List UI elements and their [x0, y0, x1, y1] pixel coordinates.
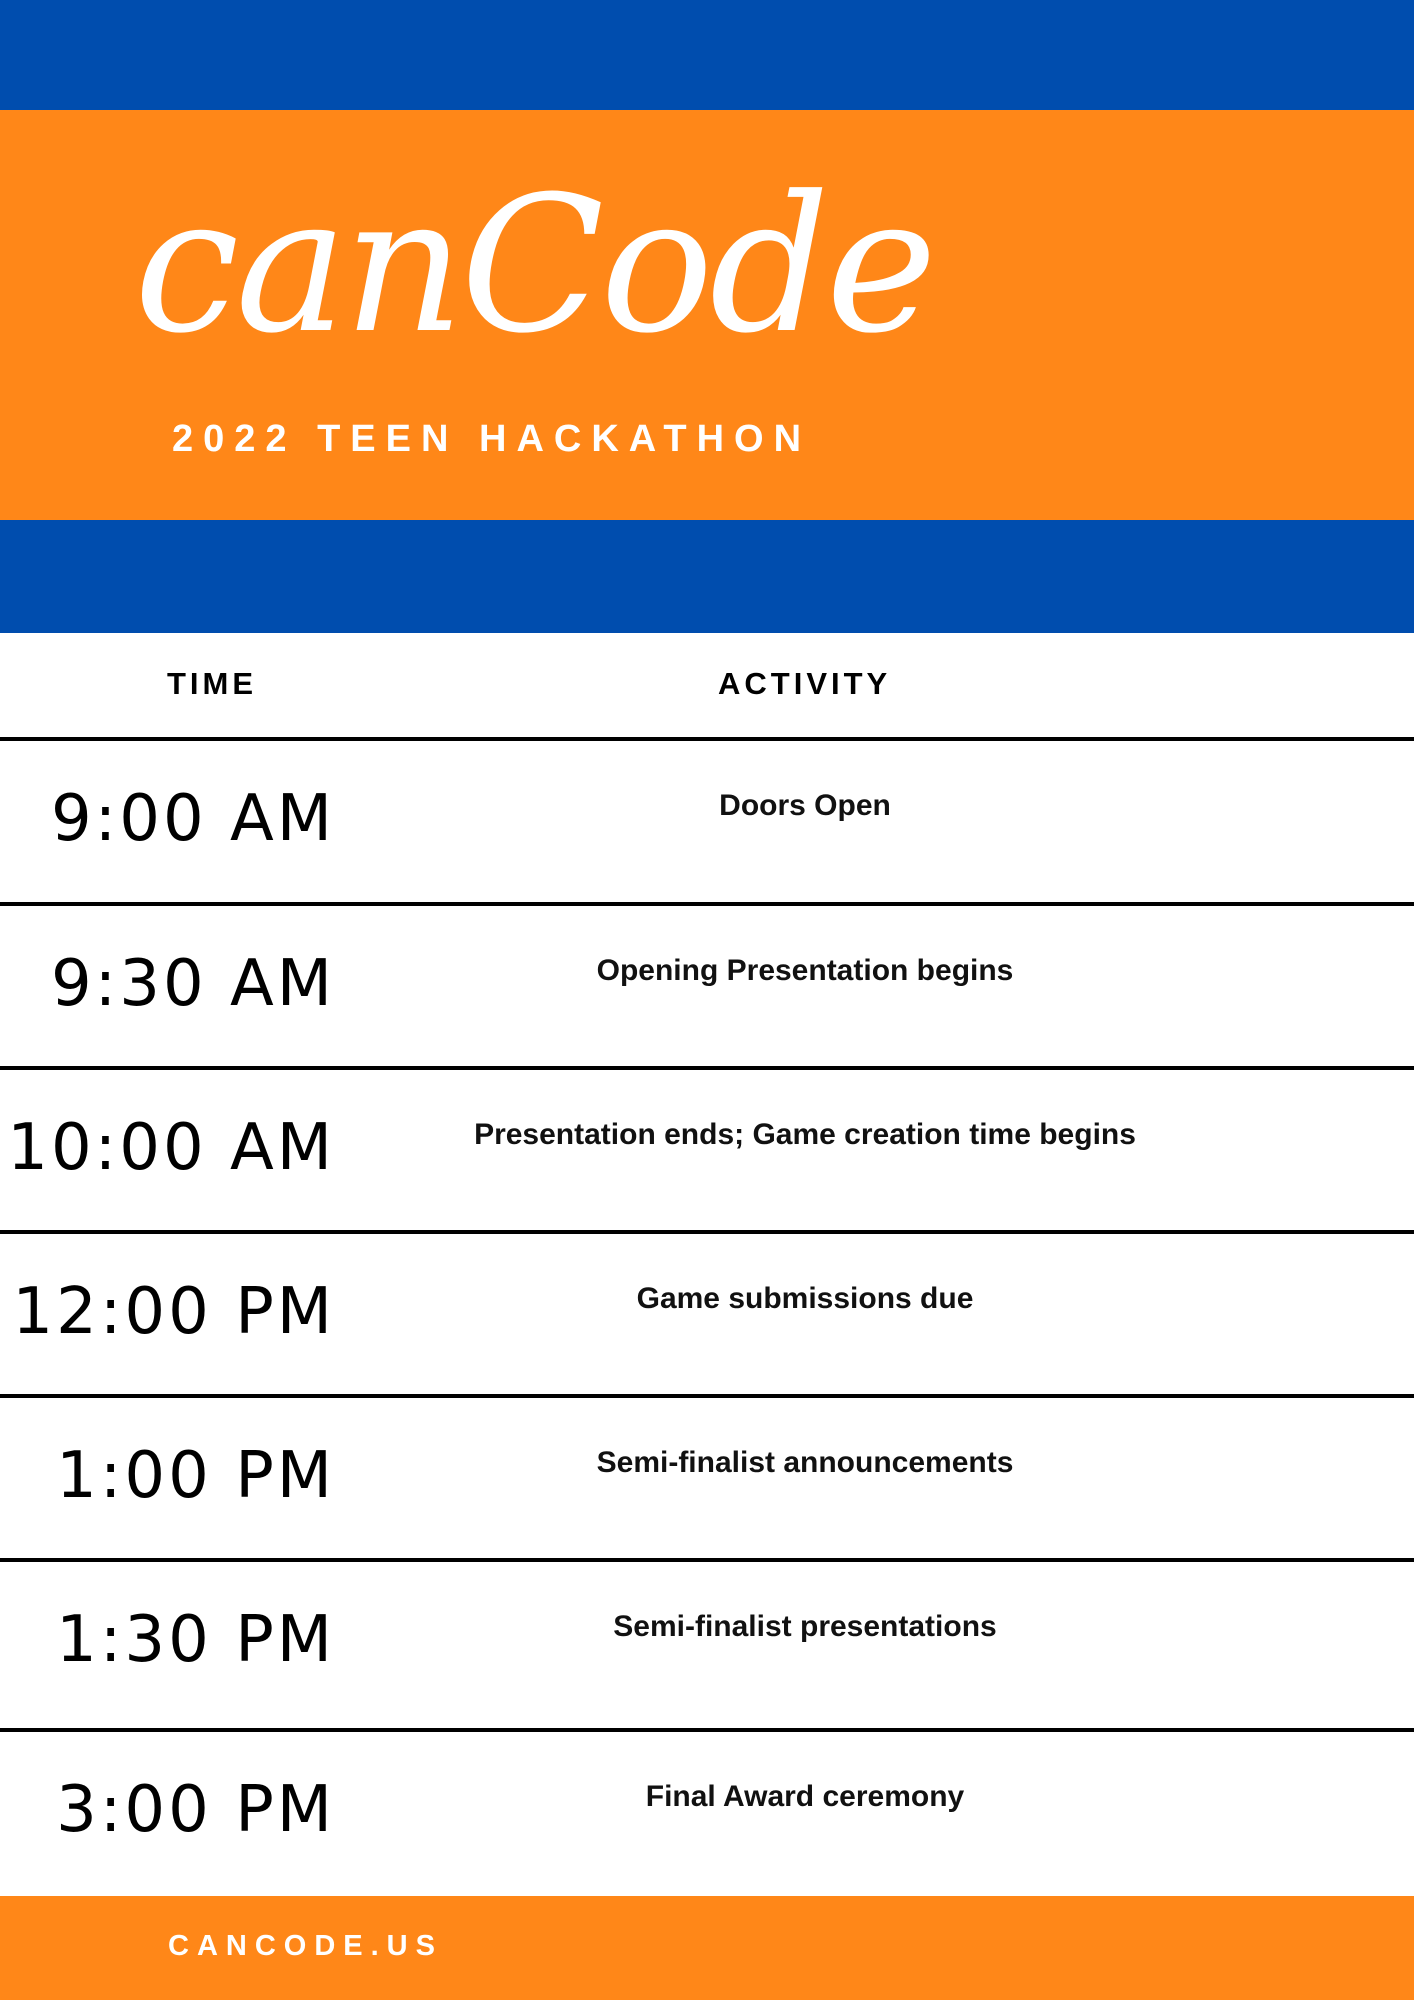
- schedule-activity: Opening Presentation begins: [596, 954, 1014, 987]
- column-header-activity: ACTIVITY: [718, 666, 892, 701]
- footer-band: CANCODE.US: [0, 1896, 1414, 2000]
- header-band-top: [0, 0, 1414, 110]
- schedule-time: 10:00 AM: [7, 1111, 335, 1185]
- schedule-activity: Final Award ceremony: [645, 1780, 965, 1813]
- schedule-activity: Doors Open: [719, 789, 891, 822]
- schedule-row: 3:00 PM Final Award ceremony: [0, 1732, 1414, 1892]
- column-header-time: TIME: [167, 666, 258, 701]
- schedule-activity: Semi-finalist presentations: [613, 1610, 997, 1643]
- website-link[interactable]: CANCODE.US: [168, 1932, 443, 1961]
- schedule-activity: Semi-finalist announcements: [596, 1446, 1014, 1479]
- schedule-row: 9:30 AM Opening Presentation begins: [0, 906, 1414, 1066]
- schedule-time: 12:00 PM: [12, 1275, 335, 1349]
- header-band-bottom: [0, 520, 1414, 633]
- schedule-row: 10:00 AM Presentation ends; Game creatio…: [0, 1070, 1414, 1230]
- schedule-row: 12:00 PM Game submissions due: [0, 1234, 1414, 1394]
- flyer-page: canCode 2022 TEEN HACKATHON TIME ACTIVIT…: [0, 0, 1414, 2000]
- schedule-time: 9:30 AM: [50, 947, 335, 1021]
- brand-title: canCode: [134, 156, 937, 375]
- schedule-time: 1:30 PM: [56, 1603, 335, 1677]
- event-subtitle: 2022 TEEN HACKATHON: [172, 418, 812, 460]
- schedule-activity: Game submissions due: [636, 1282, 974, 1315]
- schedule-time: 1:00 PM: [56, 1439, 335, 1513]
- schedule-time: 9:00 AM: [50, 782, 335, 856]
- schedule-time: 3:00 PM: [56, 1773, 335, 1847]
- schedule-row: 1:30 PM Semi-finalist presentations: [0, 1562, 1414, 1722]
- schedule-activity: Presentation ends; Game creation time be…: [474, 1118, 1136, 1151]
- schedule-row: 1:00 PM Semi-finalist announcements: [0, 1398, 1414, 1558]
- schedule-row: 9:00 AM Doors Open: [0, 741, 1414, 901]
